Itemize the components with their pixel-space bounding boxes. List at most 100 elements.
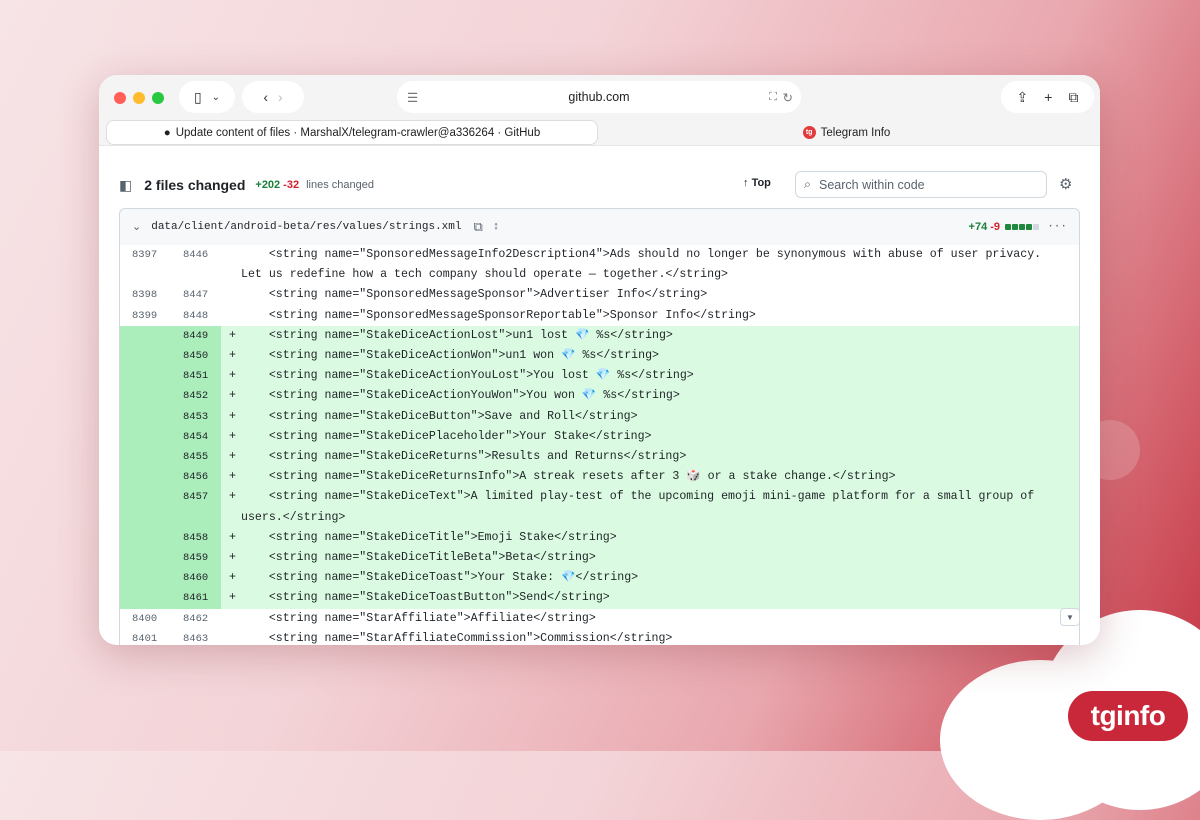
search-icon: ⌕ bbox=[804, 177, 812, 191]
new-line-number[interactable]: 8457 bbox=[170, 487, 221, 528]
translate-icon[interactable]: ⛶ bbox=[769, 91, 777, 104]
diff-sign bbox=[221, 609, 241, 629]
arrow-up-icon: ↑ bbox=[743, 177, 749, 189]
old-line-number[interactable] bbox=[120, 447, 170, 468]
code-text: <string name="StakeDiceActionYouWon">You… bbox=[241, 389, 680, 403]
old-line-number[interactable] bbox=[120, 527, 170, 549]
share-icon[interactable]: ⇪ bbox=[1017, 89, 1029, 106]
old-line-number[interactable]: 8400 bbox=[120, 609, 170, 629]
copy-icon[interactable]: ⧉ bbox=[473, 220, 482, 235]
old-line-number[interactable] bbox=[120, 588, 170, 609]
old-line-number[interactable] bbox=[120, 346, 170, 367]
context-line-row: 8400 8462 <string name="StarAffiliate">Af… bbox=[120, 609, 1079, 629]
new-line-number[interactable]: 8455 bbox=[170, 447, 221, 468]
new-line-number[interactable]: 8462 bbox=[170, 609, 221, 629]
sidebar-toggle-button[interactable]: ▯ ⌄ bbox=[179, 81, 235, 113]
old-line-number[interactable]: 8397 bbox=[120, 245, 170, 285]
tab-github[interactable]: ● Update content of files · MarshalX/tele… bbox=[106, 120, 598, 145]
new-line-number[interactable]: 8449 bbox=[170, 325, 221, 347]
old-line-number[interactable]: 8398 bbox=[120, 285, 170, 305]
old-line-number[interactable] bbox=[120, 568, 170, 589]
new-line-number[interactable]: 8453 bbox=[170, 406, 221, 427]
added-line-row: 8461 + <string name="StakeDiceToastButton… bbox=[120, 588, 1079, 609]
github-icon: ● bbox=[163, 126, 171, 139]
new-line-number[interactable]: 8452 bbox=[170, 386, 221, 407]
diffstat-block bbox=[1033, 224, 1039, 230]
old-line-number[interactable] bbox=[120, 467, 170, 488]
context-line-row: 8401 8463 <string name="StarAffiliateComm… bbox=[120, 629, 1079, 645]
code-text: <string name="StakeDiceButton">Save and … bbox=[241, 409, 638, 423]
minimize-window-button[interactable] bbox=[133, 92, 145, 104]
added-line-row: 8451 + <string name="StakeDiceActionYouLo… bbox=[120, 366, 1079, 387]
top-label: Top bbox=[751, 177, 771, 189]
file-tree-toggle-icon[interactable]: ◧ bbox=[119, 177, 132, 194]
total-deletions: -32 bbox=[283, 179, 300, 191]
old-line-number[interactable]: 8399 bbox=[120, 306, 170, 326]
old-line-number[interactable] bbox=[120, 386, 170, 407]
page-menu-icon: ☰ bbox=[407, 90, 419, 105]
close-window-button[interactable] bbox=[114, 92, 126, 104]
top-button[interactable]: ↑ Top bbox=[743, 177, 771, 189]
code-text: <string name="StakeDiceReturns">Results … bbox=[241, 450, 687, 464]
new-line-number[interactable]: 8460 bbox=[170, 568, 221, 589]
tab-telegram-info[interactable]: tg Telegram Info bbox=[599, 120, 1094, 145]
file-path: data/client/android-beta/res/values/stri… bbox=[151, 221, 462, 233]
search-placeholder: Search within code bbox=[819, 177, 925, 192]
added-line-row: 8460 + <string name="StakeDiceToast">Your… bbox=[120, 568, 1079, 589]
new-line-number[interactable]: 8458 bbox=[170, 527, 221, 549]
old-line-number[interactable] bbox=[120, 548, 170, 569]
search-input[interactable]: ⌕ Search within code bbox=[795, 171, 1047, 198]
diff-sign: + bbox=[229, 450, 236, 464]
reload-icon[interactable]: ↻ bbox=[783, 90, 793, 105]
old-line-number[interactable] bbox=[120, 366, 170, 387]
new-line-number[interactable]: 8451 bbox=[170, 366, 221, 387]
new-tab-icon[interactable]: + bbox=[1044, 89, 1052, 105]
lines-changed-label: lines changed bbox=[306, 179, 374, 191]
context-line-row: 8397 8446 <string name="SponsoredMessageI… bbox=[120, 245, 1079, 285]
diff-sign: + bbox=[229, 369, 236, 383]
zoom-window-button[interactable] bbox=[152, 92, 164, 104]
new-line-number[interactable]: 8461 bbox=[170, 588, 221, 609]
new-line-number[interactable]: 8447 bbox=[170, 285, 221, 305]
back-button[interactable]: ‹ bbox=[263, 89, 268, 105]
added-line-row: 8449 + <string name="StakeDiceActionLost"… bbox=[120, 325, 1079, 347]
new-line-number[interactable]: 8448 bbox=[170, 306, 221, 326]
code-text: <string name="StarAffiliate">Affiliate</… bbox=[241, 611, 596, 625]
tab-overview-icon[interactable]: ⧉ bbox=[1068, 89, 1078, 106]
diffstat-block bbox=[1005, 224, 1011, 230]
expand-all-icon[interactable]: ↕ bbox=[493, 221, 500, 233]
context-line-row: 8399 8448 <string name="SponsoredMessageS… bbox=[120, 306, 1079, 326]
code-text: <string name="StakeDiceActionWon">un1 wo… bbox=[241, 349, 659, 363]
files-changed-title: 2 files changed bbox=[144, 177, 246, 193]
diff-sign: + bbox=[229, 490, 236, 504]
code-text: <string name="StakeDicePlaceholder">Your… bbox=[241, 429, 652, 443]
new-line-number[interactable]: 8450 bbox=[170, 346, 221, 367]
code-text: <string name="StakeDiceActionYouLost">Yo… bbox=[241, 369, 694, 383]
old-line-number[interactable] bbox=[120, 487, 170, 528]
more-options-icon[interactable]: ··· bbox=[1047, 221, 1067, 233]
diffstat-block bbox=[1026, 224, 1032, 230]
tg-icon: tg bbox=[802, 126, 816, 139]
new-line-number[interactable]: 8454 bbox=[170, 426, 221, 448]
new-line-number[interactable]: 8459 bbox=[170, 548, 221, 569]
new-line-number[interactable]: 8446 bbox=[170, 245, 221, 285]
browser-window: ▯ ⌄ ‹ › ☰ github.com ⛶ ↻ ⇪ + ⧉ ● Update conte… bbox=[99, 75, 1100, 645]
added-line-row: 8453 + <string name="StakeDiceButton">Sav… bbox=[120, 406, 1079, 427]
old-line-number[interactable] bbox=[120, 406, 170, 427]
diff-sign bbox=[221, 285, 241, 305]
old-line-number[interactable] bbox=[120, 426, 170, 448]
diffstat-block bbox=[1012, 224, 1018, 230]
new-line-number[interactable]: 8463 bbox=[170, 629, 221, 645]
gear-icon[interactable]: ⚙ bbox=[1059, 175, 1072, 193]
code-text: <string name="StakeDiceToast">Your Stake… bbox=[241, 571, 639, 585]
expand-down-button[interactable]: ▼ bbox=[1060, 608, 1080, 626]
address-bar[interactable]: ☰ github.com ⛶ ↻ bbox=[397, 81, 801, 113]
code-text: <string name="SponsoredMessageSponsorRep… bbox=[241, 308, 756, 322]
file-header: ⌄ data/client/android-beta/res/values/st… bbox=[119, 208, 1080, 245]
forward-button[interactable]: › bbox=[278, 89, 283, 105]
collapse-chevron-icon[interactable]: ⌄ bbox=[132, 220, 141, 234]
old-line-number[interactable]: 8401 bbox=[120, 629, 170, 645]
diff-sign: + bbox=[229, 591, 236, 605]
new-line-number[interactable]: 8456 bbox=[170, 467, 221, 488]
old-line-number[interactable] bbox=[120, 325, 170, 347]
